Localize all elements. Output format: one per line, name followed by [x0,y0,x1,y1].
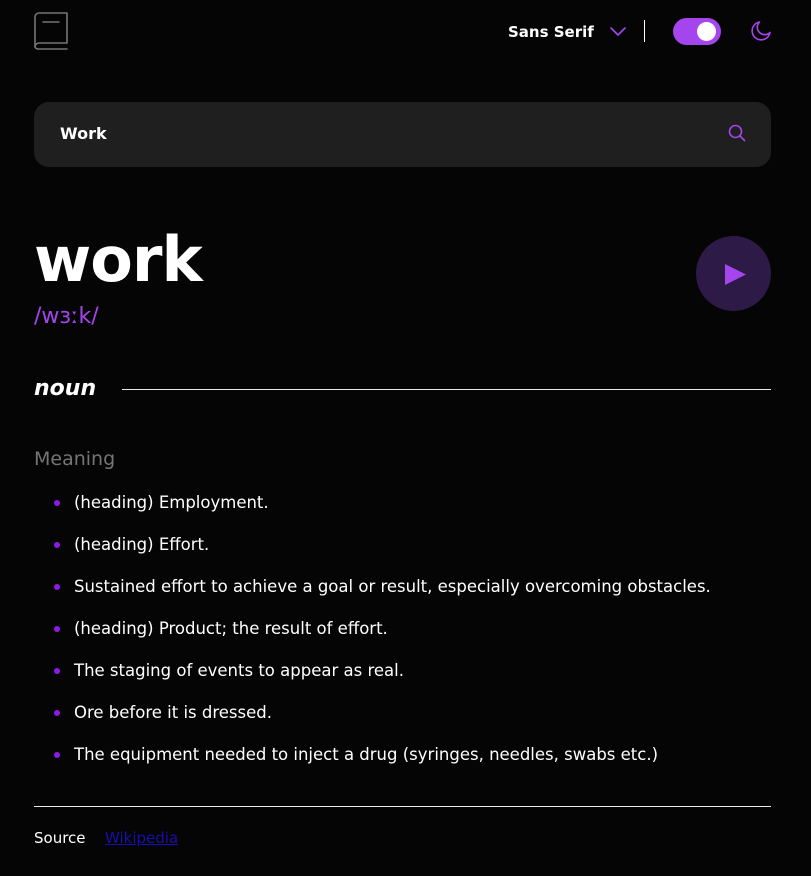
definition-item: The staging of events to appear as real. [54,658,771,700]
definition-item: (heading) Employment. [54,490,771,532]
font-family-select[interactable]: Sans Serif [508,21,626,43]
play-audio-button[interactable] [696,236,771,311]
definition-text: (heading) Effort. [74,535,210,554]
part-of-speech-divider [122,389,771,390]
header-divider [644,20,645,42]
bullet [54,626,60,632]
definition-item: (heading) Effort. [54,532,771,574]
bullet [54,710,60,716]
definition-item: (heading) Product; the result of effort. [54,616,771,658]
moon-icon[interactable] [749,19,773,43]
play-icon [725,264,746,285]
bullet [54,542,60,548]
search-input[interactable]: Work [34,102,771,167]
definition-text: The equipment needed to inject a drug (s… [74,745,659,764]
source-link[interactable]: Wikipedia [105,829,178,847]
bullet [54,500,60,506]
footer-divider [34,806,771,807]
search-value: Work [60,124,107,143]
bullet [54,668,60,674]
bullet [54,752,60,758]
definition-text: (heading) Product; the result of effort. [74,619,388,638]
definition-text: Sustained effort to achieve a goal or re… [74,577,711,596]
definition-item: The equipment needed to inject a drug (s… [54,742,771,784]
dictionary-page: Sans Serif Work work /wɜːk/ noun Meaning… [0,0,811,876]
theme-toggle[interactable] [673,18,721,45]
book-icon[interactable] [34,12,68,50]
definition-item: Sustained effort to achieve a goal or re… [54,574,771,616]
meaning-label: Meaning [34,448,116,470]
definitions-list: (heading) Employment. (heading) Effort. … [54,490,771,784]
search-icon[interactable] [728,124,746,142]
font-family-value: Sans Serif [508,23,594,41]
definition-text: The staging of events to appear as real. [74,661,404,680]
definition-text: Ore before it is dressed. [74,703,272,722]
chevron-down-icon [609,27,626,36]
word-title: work [34,223,203,296]
part-of-speech: noun [34,376,97,401]
definition-item: Ore before it is dressed. [54,700,771,742]
source-label: Source [34,829,86,847]
phonetic-text: /wɜːk/ [34,304,99,329]
header: Sans Serif [34,12,771,52]
bullet [54,584,60,590]
toggle-knob [697,22,716,41]
definition-text: (heading) Employment. [74,493,269,512]
